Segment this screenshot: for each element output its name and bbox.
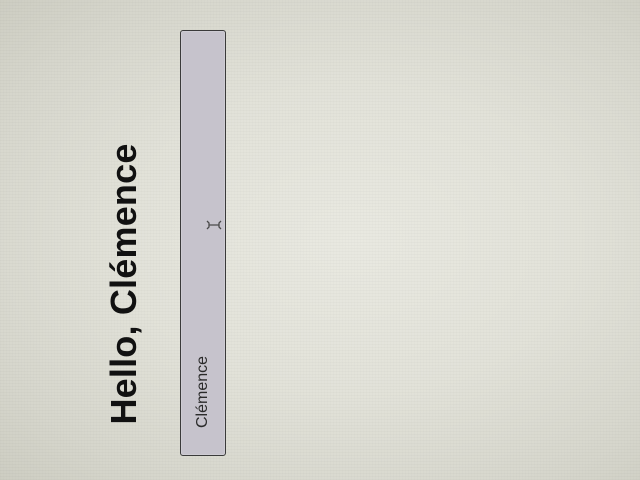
greeting-heading: Hello, Clémence bbox=[103, 143, 144, 425]
name-input-value: Clémence bbox=[194, 355, 211, 429]
screen-background bbox=[0, 0, 640, 480]
text-ibeam-cursor-icon bbox=[206, 220, 222, 230]
